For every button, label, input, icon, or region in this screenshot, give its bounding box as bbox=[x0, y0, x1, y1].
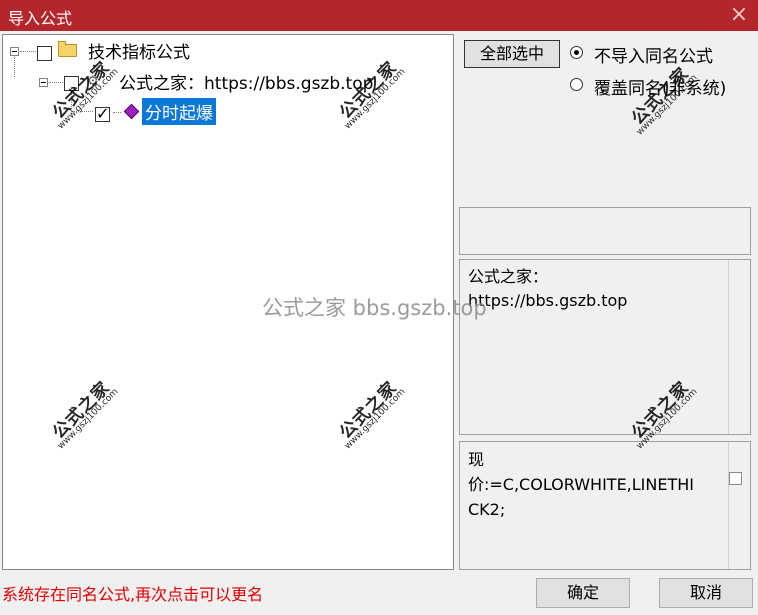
tree-connector bbox=[71, 111, 93, 112]
tree-connector bbox=[71, 91, 72, 111]
description-scrollbar[interactable] bbox=[728, 260, 750, 434]
select-all-button[interactable]: 全部选中 bbox=[464, 40, 560, 68]
radio-skip-label[interactable]: 不导入同名公式 bbox=[594, 42, 713, 67]
tree-connector bbox=[14, 57, 15, 77]
close-icon[interactable]: × bbox=[726, 2, 752, 28]
status-message: 系统存在同名公式,再次点击可以更名 bbox=[2, 585, 264, 604]
tree-root-label[interactable]: 技术指标公式 bbox=[88, 38, 190, 63]
radio-overwrite[interactable] bbox=[570, 78, 583, 91]
description-line-1: 公式之家： bbox=[468, 267, 549, 286]
title-bar: 导入公式 × bbox=[0, 0, 758, 31]
code-line-2: 价:=C,COLORWHITE,LINETHI bbox=[468, 475, 695, 494]
tree-group-label[interactable]: 公式之家：https://bbs.gszb.top bbox=[119, 69, 373, 94]
radio-overwrite-label[interactable]: 覆盖同名(非系统) bbox=[594, 74, 726, 99]
code-checkbox[interactable] bbox=[729, 472, 742, 485]
item-checkbox[interactable] bbox=[95, 104, 110, 123]
code-box[interactable]: 现 价:=C,COLORWHITE,LINETHI CK2; bbox=[459, 441, 751, 570]
folder-icon bbox=[58, 41, 77, 57]
tree-connector bbox=[20, 51, 36, 52]
center-watermark: 公式之家 bbs.gszb.top bbox=[262, 296, 487, 320]
group-checkbox[interactable] bbox=[64, 76, 79, 91]
code-line-3: CK2; bbox=[468, 500, 506, 519]
description-box[interactable]: 公式之家： https://bbs.gszb.top bbox=[459, 259, 751, 435]
tree-connector bbox=[49, 82, 63, 83]
code-scrollbar[interactable] bbox=[728, 442, 750, 569]
collapse-root-icon[interactable] bbox=[10, 47, 19, 56]
ok-button[interactable]: 确定 bbox=[536, 578, 630, 608]
cancel-button[interactable]: 取消 bbox=[659, 578, 753, 608]
info-box bbox=[459, 207, 751, 255]
tree-item-label[interactable]: 分时起爆 bbox=[142, 98, 216, 125]
code-line-1: 现 bbox=[468, 450, 485, 469]
radio-skip[interactable] bbox=[570, 46, 583, 59]
description-line-2: https://bbs.gszb.top bbox=[468, 291, 628, 310]
collapse-group-icon[interactable] bbox=[39, 78, 48, 87]
root-checkbox[interactable] bbox=[37, 46, 52, 61]
window-title: 导入公式 bbox=[8, 9, 73, 28]
gear-icon: ⚙ bbox=[87, 74, 99, 89]
tree-connector bbox=[113, 112, 121, 113]
diamond-icon bbox=[123, 103, 140, 120]
